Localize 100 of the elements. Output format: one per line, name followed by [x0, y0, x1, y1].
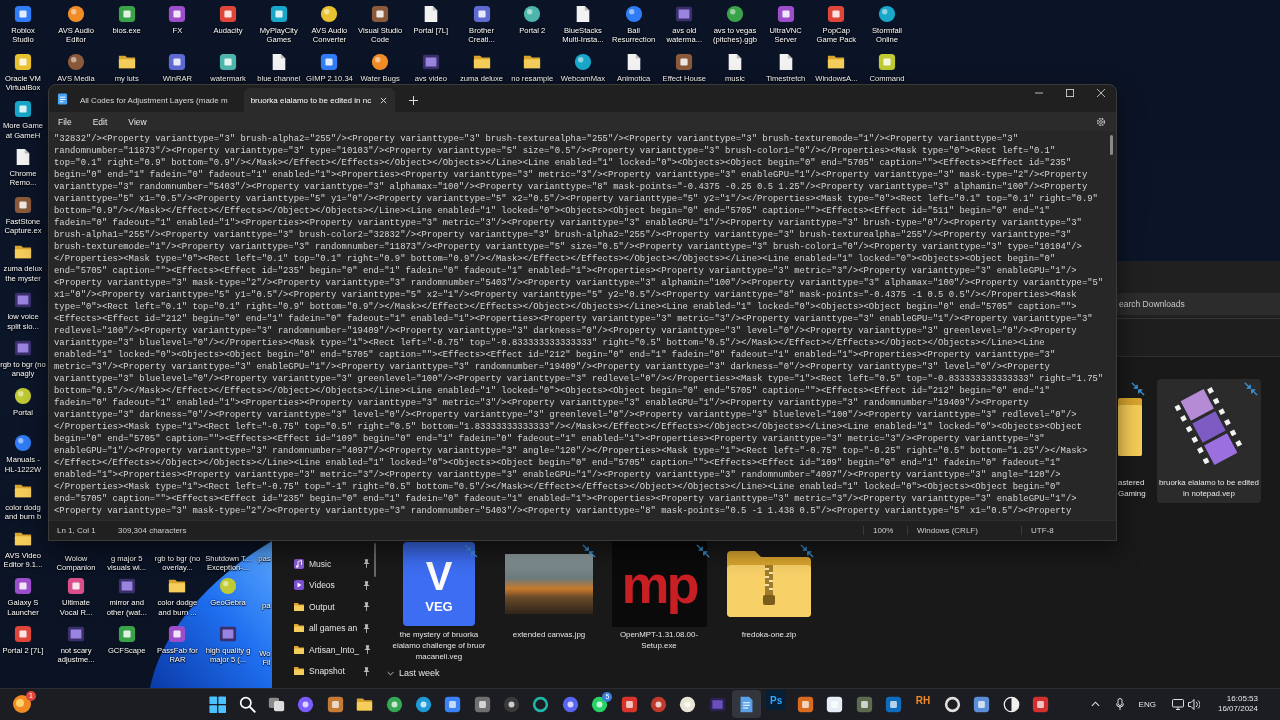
chevron-down-icon[interactable]: [387, 670, 394, 676]
app-tile-icon[interactable]: [776, 5, 795, 23]
search-field[interactable]: earch Downloads: [1117, 293, 1280, 315]
disc-icon[interactable]: [320, 5, 339, 23]
folder-icon[interactable]: [294, 623, 304, 634]
disc-icon[interactable]: [14, 434, 32, 453]
disc-icon[interactable]: [14, 386, 32, 405]
app-tile-icon[interactable]: [14, 52, 32, 71]
line-ending[interactable]: Windows (CRLF): [907, 526, 1021, 535]
square-app-icon[interactable]: [620, 695, 638, 713]
app-tile-icon[interactable]: [371, 5, 390, 23]
film-icon[interactable]: [67, 624, 86, 643]
taskbar-button[interactable]: Ps: [766, 690, 787, 710]
square-app-icon[interactable]: [1032, 695, 1050, 713]
document-icon[interactable]: [14, 148, 32, 167]
folder-icon[interactable]: [294, 666, 304, 677]
network-icon[interactable]: [1171, 698, 1184, 710]
app-tile-icon[interactable]: [219, 52, 238, 71]
square-app-icon[interactable]: [326, 695, 344, 713]
menu-item[interactable]: Edit: [85, 114, 116, 129]
app-tile-icon[interactable]: [219, 5, 238, 23]
film-icon[interactable]: [14, 291, 32, 310]
round-app-icon[interactable]: [12, 694, 32, 714]
app-tile-icon[interactable]: [320, 52, 339, 71]
app-tile-icon[interactable]: [117, 5, 136, 23]
search-icon[interactable]: [238, 695, 256, 713]
clock-time[interactable]: 16:05:53: [1226, 694, 1258, 704]
film-icon[interactable]: [117, 577, 136, 596]
app-tile-icon[interactable]: [269, 5, 288, 23]
square-app-icon[interactable]: [973, 695, 991, 713]
menu-item[interactable]: View: [121, 114, 155, 129]
app-tile-icon[interactable]: [168, 5, 187, 23]
taskbar-button[interactable]: [732, 690, 762, 718]
round-app-icon[interactable]: [414, 695, 432, 713]
text-area[interactable]: [49, 131, 1116, 520]
close-icon[interactable]: [1096, 89, 1105, 97]
app-tile-icon[interactable]: [168, 52, 187, 71]
tab[interactable]: bruorka eialamo to be edited in nc: [243, 88, 396, 112]
disc-icon[interactable]: [371, 52, 390, 71]
film-icon[interactable]: [14, 338, 32, 357]
microphone-icon[interactable]: [1115, 698, 1124, 710]
square-app-icon[interactable]: [885, 695, 903, 713]
task-view-icon[interactable]: [267, 695, 285, 713]
nav-item[interactable]: Videos: [272, 574, 384, 596]
app-tile-icon[interactable]: [675, 52, 694, 71]
square-app-icon[interactable]: [797, 695, 814, 713]
nav-item[interactable]: all games an: [272, 617, 384, 639]
round-app-icon[interactable]: [297, 695, 315, 713]
round-app-icon[interactable]: [650, 695, 668, 713]
plus-icon[interactable]: [408, 95, 418, 105]
app-tile-icon[interactable]: [117, 624, 136, 643]
taskbar-button[interactable]: RH: [913, 690, 934, 710]
disc-icon[interactable]: [573, 52, 592, 71]
nav-item[interactable]: Snapshot: [272, 660, 384, 682]
menu-item[interactable]: File: [51, 114, 80, 129]
app-tile-icon[interactable]: [472, 5, 491, 23]
round-app-icon[interactable]: [385, 695, 403, 713]
film-icon[interactable]: [294, 580, 304, 591]
round-app-icon[interactable]: [561, 695, 579, 713]
nav-item[interactable]: Output: [272, 596, 384, 618]
pin-icon[interactable]: [363, 623, 370, 633]
round-app-icon[interactable]: [679, 695, 697, 713]
disc-icon[interactable]: [523, 5, 542, 23]
app-tile-icon[interactable]: [14, 624, 32, 643]
group-header[interactable]: Last week: [387, 668, 440, 678]
app-tile-icon[interactable]: [878, 52, 897, 71]
minimize-icon[interactable]: [1034, 89, 1043, 97]
music-note-icon[interactable]: [294, 558, 304, 569]
speaker-icon[interactable]: [1187, 698, 1200, 710]
app-tile-icon[interactable]: [14, 577, 32, 596]
app-tile-icon[interactable]: [67, 577, 86, 596]
language-indicator[interactable]: ENG: [1138, 699, 1156, 709]
veg-file-icon[interactable]: V VEG: [403, 542, 475, 626]
pin-icon[interactable]: [363, 602, 370, 612]
disc-icon[interactable]: [878, 5, 897, 23]
chevron-up-icon[interactable]: [1090, 701, 1100, 707]
disc-icon[interactable]: [624, 5, 643, 23]
pin-icon[interactable]: [363, 666, 370, 676]
app-tile-icon[interactable]: [14, 100, 32, 119]
film-icon[interactable]: [675, 5, 694, 23]
close-icon[interactable]: [380, 96, 388, 104]
app-tile-icon[interactable]: [14, 195, 32, 214]
clock-date[interactable]: 16/07/2024: [1217, 704, 1258, 714]
round-app-icon[interactable]: [591, 695, 609, 713]
tab[interactable]: All Codes for Adjustment Layers (made m: [80, 88, 236, 112]
encoding[interactable]: UTF-8: [1021, 526, 1107, 535]
round-app-icon[interactable]: [503, 695, 521, 713]
nav-item[interactable]: Artisan_Into_: [272, 639, 384, 661]
folder-icon[interactable]: [294, 601, 304, 612]
folder-icon[interactable]: [294, 644, 304, 655]
half-circle-icon[interactable]: [1002, 695, 1020, 713]
disc-icon[interactable]: [67, 52, 86, 71]
pin-icon[interactable]: [363, 559, 370, 569]
square-app-icon[interactable]: [855, 695, 873, 713]
windows-logo-icon[interactable]: [209, 695, 227, 713]
pin-icon[interactable]: [364, 645, 372, 655]
film-icon[interactable]: [421, 52, 440, 71]
ring-icon[interactable]: [532, 695, 550, 713]
zoom-level[interactable]: 100%: [863, 526, 907, 535]
zip-folder-icon[interactable]: [727, 551, 811, 617]
